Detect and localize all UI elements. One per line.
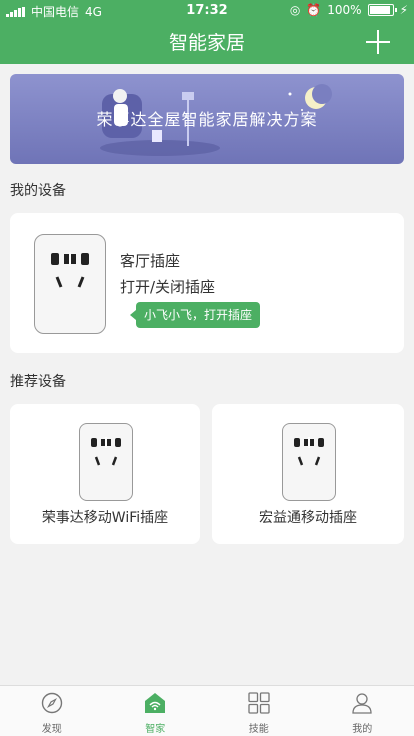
status-bar: 中国电信 4G 17:32 ◎ ⏰ 100% ⚡ (0, 0, 414, 20)
device-description: 打开/关闭插座 (120, 278, 216, 296)
tab-label: 智家 (145, 724, 166, 735)
tab-discover[interactable]: 发现 (0, 686, 104, 736)
alarm-icon: ⏰ (306, 3, 322, 17)
user-icon (352, 693, 372, 714)
tab-smart-home[interactable]: 智家 (104, 686, 208, 736)
tab-label: 技能 (248, 724, 269, 735)
add-device-button[interactable] (366, 30, 390, 54)
socket-icon (282, 423, 336, 501)
banner-text: 荣事达全屋智能家居解决方案 (96, 110, 318, 129)
device-name: 客厅插座 (120, 252, 181, 270)
page-title: 智能家居 (168, 32, 245, 54)
recommended-device-card[interactable]: 荣事达移动WiFi插座 (10, 404, 200, 544)
tab-bar: 发现 智家 技能 我的 (0, 685, 414, 736)
recommended-device-label: 荣事达移动WiFi插座 (41, 510, 169, 526)
recommended-device-card[interactable]: 宏益通移动插座 (212, 404, 404, 544)
recommended-heading: 推荐设备 (10, 374, 66, 390)
compass-icon (41, 692, 62, 714)
home-icon (145, 693, 166, 713)
grid-icon (248, 692, 270, 714)
header-bar: 中国电信 4G 17:32 ◎ ⏰ 100% ⚡ 智能家居 (0, 0, 414, 64)
tab-label: 发现 (41, 724, 62, 735)
battery-icon (367, 4, 397, 16)
voice-command-hint: 小飞小飞，打开插座 (129, 302, 261, 328)
battery-label: 100% (327, 3, 362, 17)
my-device-card[interactable]: 客厅插座 打开/关闭插座 小飞小飞，打开插座 (10, 213, 404, 353)
my-devices-heading: 我的设备 (10, 183, 66, 199)
charging-icon: ⚡ (399, 3, 408, 17)
socket-icon (34, 234, 106, 334)
promo-banner[interactable]: 荣事达全屋智能家居解决方案 (10, 74, 404, 164)
tab-skills[interactable]: 技能 (207, 686, 311, 736)
location-icon: ◎ (289, 3, 301, 17)
tab-me[interactable]: 我的 (311, 686, 414, 736)
tab-label: 我的 (352, 724, 373, 735)
socket-icon (79, 423, 133, 501)
recommended-device-label: 宏益通移动插座 (259, 510, 357, 526)
